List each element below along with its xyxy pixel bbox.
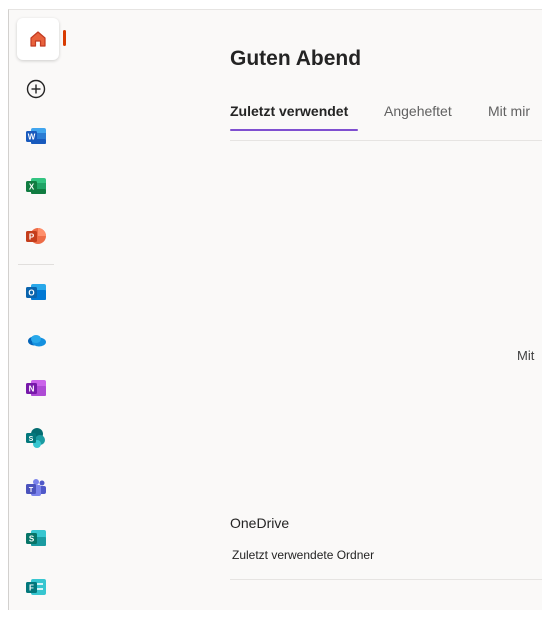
tab-divider (230, 140, 542, 141)
recent-folders-label: Zuletzt verwendete Ordner (232, 548, 375, 562)
home-icon (28, 29, 48, 49)
sharepoint-icon[interactable]: S (22, 424, 50, 452)
page-title: Guten Abend (230, 47, 362, 70)
main-content: Guten Abend Zuletzt verwendet Angeheftet… (230, 10, 542, 610)
excel-icon[interactable]: X (22, 172, 50, 200)
sway-icon[interactable]: S (22, 524, 50, 552)
onenote-icon[interactable]: N (22, 374, 50, 402)
tab-shared-with-me[interactable]: Mit mir (488, 103, 530, 119)
svg-text:S: S (29, 436, 34, 443)
outlook-icon[interactable]: O (22, 278, 50, 306)
svg-text:X: X (29, 183, 35, 192)
forms-icon[interactable]: F (22, 573, 50, 601)
active-indicator (63, 30, 66, 46)
active-tab-underline (230, 129, 358, 131)
teams-icon[interactable]: T (22, 474, 50, 502)
powerpoint-icon[interactable]: P (22, 222, 50, 250)
app-window: W X P O N S T S F Guten Abend Zuletzt ve… (8, 9, 542, 610)
onedrive-section-title: OneDrive (230, 515, 290, 531)
svg-text:N: N (29, 385, 35, 394)
empty-state-text: Mit (517, 348, 535, 363)
svg-text:T: T (29, 487, 34, 494)
tab-recent[interactable]: Zuletzt verwendet (230, 103, 348, 119)
svg-text:O: O (28, 289, 34, 298)
svg-text:P: P (29, 233, 35, 242)
svg-text:W: W (28, 133, 36, 142)
rail-divider (18, 264, 54, 265)
app-rail: W X P O N S T S F (9, 10, 66, 610)
onedrive-icon[interactable] (22, 326, 50, 354)
svg-text:F: F (29, 584, 34, 593)
home-tile[interactable] (17, 18, 59, 60)
section-divider (230, 579, 542, 580)
create-new-icon[interactable] (22, 75, 50, 103)
svg-text:S: S (29, 535, 35, 544)
word-icon[interactable]: W (22, 122, 50, 150)
tab-pinned[interactable]: Angeheftet (384, 103, 452, 119)
